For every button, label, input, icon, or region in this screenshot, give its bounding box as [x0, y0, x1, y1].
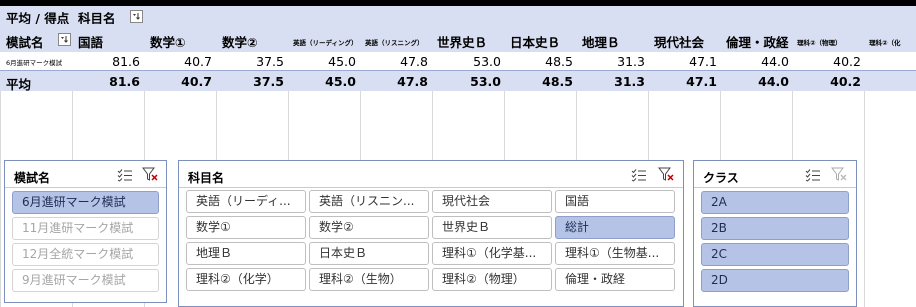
pivot-value-cell: 48.5 — [542, 74, 573, 89]
gridline — [864, 91, 865, 307]
subject-slicer-title: 科目名 — [188, 171, 225, 185]
pivot-value-cell: 31.3 — [617, 54, 645, 69]
slicer-header-divider — [179, 187, 683, 188]
pivot-column-header: 数学② — [222, 35, 258, 50]
row-filter-dropdown-icon[interactable] — [58, 33, 71, 46]
subject-slicer-item[interactable]: 数学② — [309, 216, 429, 239]
pivot-value-cell: 47.8 — [400, 54, 428, 69]
pivot-value-cell: 40.7 — [181, 74, 212, 89]
pivot-value-cell: 31.3 — [614, 74, 645, 89]
subject-slicer-item[interactable]: 世界史Ｂ — [432, 216, 552, 239]
pivot-column-header: 日本史Ｂ — [510, 35, 561, 50]
clear-filter-icon[interactable] — [658, 167, 674, 186]
class-slicer-item[interactable]: 2A — [701, 191, 849, 214]
exam-slicer-item[interactable]: 12月全統マーク模試 — [12, 243, 159, 266]
pivot-column-header: 倫理・政経 — [726, 35, 789, 50]
pivot-row-label: 6月進研マーク模試 — [6, 59, 63, 67]
subject-slicer-item[interactable]: 理科②（生物） — [309, 268, 429, 291]
slicer-header-divider — [5, 187, 166, 188]
pivot-value-cell: 47.1 — [689, 54, 717, 69]
pivot-value-cell: 40.2 — [830, 74, 861, 89]
subject-slicer-item[interactable]: 英語（リスニン... — [309, 190, 429, 213]
pivot-data-row: 6月進研マーク模試 81.6 40.7 37.5 45.0 47.8 53.0 48.5 31… — [0, 52, 916, 71]
pivot-column-header: 英語（リーディング） — [293, 39, 358, 47]
subject-slicer-item[interactable]: 理科①（化学基... — [432, 242, 552, 265]
pivot-value-cell: 37.5 — [253, 74, 284, 89]
pivot-value-cell: 45.0 — [328, 54, 356, 69]
subject-slicer-item[interactable]: 倫理・政経 — [555, 268, 675, 291]
subject-slicer-item[interactable]: 地理Ｂ — [186, 242, 306, 265]
subject-slicer-item[interactable]: 英語（リーディ... — [186, 190, 306, 213]
subject-slicer-item[interactable]: 理科②（物理） — [432, 268, 552, 291]
pivot-value-cell: 44.0 — [758, 74, 789, 89]
pivot-column-header: 英語（リスニング） — [365, 39, 424, 47]
pivot-value-cell: 44.0 — [761, 54, 789, 69]
subject-slicer-item[interactable]: 日本史Ｂ — [309, 242, 429, 265]
subject-slicer-item[interactable]: 理科①（生物基... — [555, 242, 675, 265]
exam-slicer-title: 模試名 — [14, 171, 51, 185]
class-slicer: クラス 2A 2B 2C 2D — [693, 160, 857, 307]
multi-select-icon[interactable] — [117, 167, 133, 186]
exam-slicer: 模試名 6月進研マーク模試 11月進研マーク模試 12月全統マーク模試 9月進研マーク… — [4, 160, 167, 303]
exam-slicer-item[interactable]: 11月進研マーク模試 — [12, 217, 159, 240]
pivot-value-cell: 81.6 — [112, 54, 140, 69]
pivot-value-cell: 81.6 — [109, 74, 140, 89]
class-slicer-item[interactable]: 2C — [701, 243, 849, 266]
exam-slicer-item[interactable]: 9月進研マーク模試 — [12, 269, 159, 292]
pivot-value-cell: 53.0 — [473, 54, 501, 69]
multi-select-icon[interactable] — [631, 167, 647, 186]
pivot-total-label: 平均 — [6, 77, 32, 92]
clear-filter-icon[interactable] — [142, 167, 158, 186]
subject-slicer-item[interactable]: 理科②（化学） — [186, 268, 306, 291]
slicer-header-divider — [694, 187, 856, 188]
clear-filter-icon[interactable] — [831, 167, 847, 186]
pivot-row-header: 模試名 — [6, 35, 44, 50]
subject-slicer: 科目名 英語（リーディ... 英語（リスニン... 現代社会 国語数学① 数学② 世界史Ｂ… — [178, 160, 684, 307]
subject-slicer-item[interactable]: 総計 — [555, 216, 675, 239]
pivot-column-header: 理科②（化 — [869, 39, 901, 47]
pivot-value-cell: 40.7 — [184, 54, 212, 69]
pivot-value-cell: 47.1 — [686, 74, 717, 89]
pivot-value-cell: 37.5 — [256, 54, 284, 69]
pivot-filter-row: 平均 / 得点 科目名 — [0, 6, 916, 26]
class-slicer-item[interactable]: 2D — [701, 269, 849, 292]
pivot-column-header-row: 模試名 国語 数学① 数学② 英語（リーディング） 英語（リスニング） 世界史Ｂ 日本史Ｂ 地… — [0, 24, 916, 52]
pivot-column-header: 数学① — [150, 35, 186, 50]
pivot-column-header: 地理Ｂ — [582, 35, 620, 50]
class-slicer-item[interactable]: 2B — [701, 217, 849, 240]
pivot-column-header: 理科②（物理） — [797, 39, 842, 47]
pivot-column-header: 現代社会 — [654, 35, 705, 50]
pivot-value-cell: 53.0 — [470, 74, 501, 89]
pivot-column-header: 世界史Ｂ — [437, 35, 488, 50]
pivot-value-cell: 40.2 — [833, 54, 861, 69]
column-filter-dropdown-icon[interactable] — [130, 10, 143, 23]
pivot-value-cell: 47.8 — [397, 74, 428, 89]
multi-select-icon[interactable] — [805, 167, 821, 186]
pivot-value-cell: 2 — [865, 54, 916, 69]
pivot-value-cell: 45.0 — [325, 74, 356, 89]
class-slicer-title: クラス — [703, 171, 739, 185]
pivot-value-cell: 48.5 — [545, 54, 573, 69]
subject-slicer-item[interactable]: 数学① — [186, 216, 306, 239]
subject-slicer-item[interactable]: 現代社会 — [432, 190, 552, 213]
pivot-column-header: 国語 — [78, 35, 104, 50]
gridline — [0, 91, 1, 307]
pivot-grand-total-row: 平均 81.6 40.7 37.5 45.0 47.8 53.0 48.5 31.3 47.1 4… — [0, 71, 916, 92]
exam-slicer-item[interactable]: 6月進研マーク模試 — [12, 191, 159, 214]
pivot-value-cell: 2 — [865, 74, 916, 89]
subject-slicer-item[interactable]: 国語 — [555, 190, 675, 213]
